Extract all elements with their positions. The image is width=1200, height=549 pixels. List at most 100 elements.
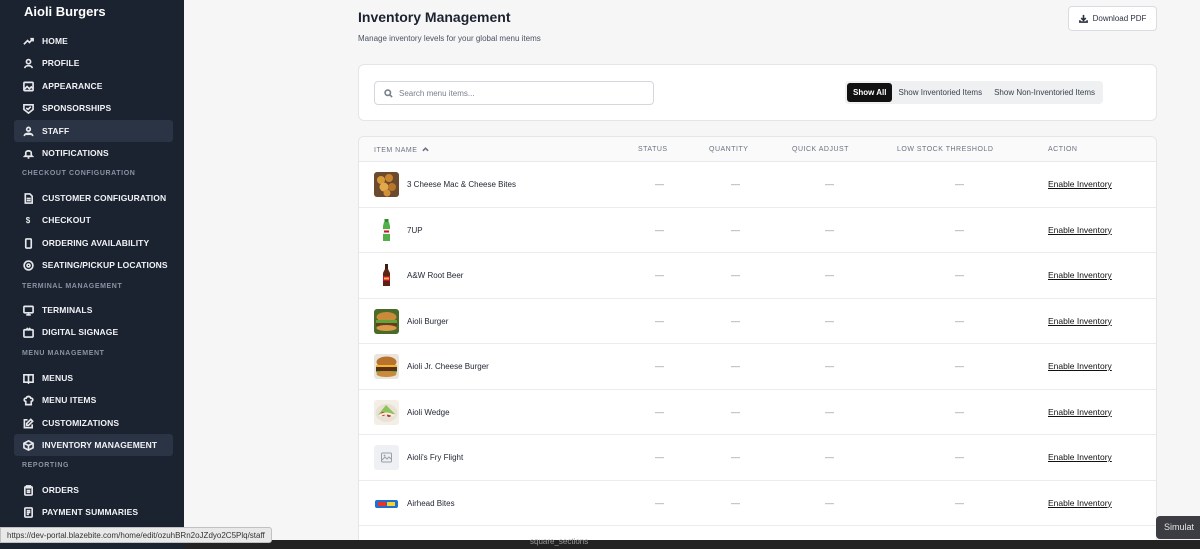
edit-icon (22, 417, 34, 429)
partial-footer-text: square_sections (530, 537, 589, 546)
status-value: — (655, 406, 664, 417)
brand-name: Aioli Burgers (24, 4, 106, 19)
download-pdf-label: Download PDF (1092, 14, 1147, 23)
clipboard-icon (22, 484, 34, 496)
sidebar-item-label: PAYMENT SUMMARIES (42, 507, 139, 517)
sidebar-item-label: STAFF (42, 126, 70, 136)
section-checkout-configuration: CHECKOUT CONFIGURATION (22, 170, 136, 177)
item-name: 3 Cheese Mac & Cheese Bites (407, 180, 516, 189)
status-value: — (655, 179, 664, 189)
sidebar-item-label: TERMINALS (42, 305, 93, 315)
quantity-value: — (731, 497, 740, 508)
item-name: A&W Root Beer (407, 271, 464, 280)
dollar-icon: $ (25, 215, 31, 225)
sidebar-item-label: MENUS (42, 373, 74, 383)
sidebar-item-profile[interactable]: PROFILE (14, 52, 173, 74)
enable-inventory-link[interactable]: Enable Inventory (1048, 270, 1112, 280)
users-icon (22, 125, 34, 137)
table-row: A&W Root Beer — — — — Enable Inventory (359, 253, 1156, 299)
threshold-value: — (955, 224, 964, 235)
threshold-value: — (955, 406, 964, 417)
table-row: Aioli Burger — — — — Enable Inventory (359, 299, 1156, 344)
sidebar-item-label: CUSTOMER CONFIGURATION (42, 193, 167, 203)
sidebar: Aioli Burgers HOME PROFILE APPEARANCE SP… (0, 0, 184, 549)
column-status: STATUS (638, 146, 668, 153)
tab-show-non-inventoried[interactable]: Show Non-Inventoried Items (988, 83, 1101, 102)
table-row: Airhead Bites — — — — Enable Inventory (359, 481, 1156, 526)
tab-show-inventoried[interactable]: Show Inventoried Items (892, 83, 988, 102)
table-row: Aioli's Fry Flight — — — — Enable Invent… (359, 435, 1156, 481)
sidebar-item-sponsorships[interactable]: SPONSORSHIPS (14, 97, 173, 119)
sidebar-item-digital-signage[interactable]: DIGITAL SIGNAGE (14, 321, 173, 343)
quick-adjust-value: — (825, 452, 834, 462)
download-pdf-button[interactable]: Download PDF (1068, 6, 1157, 31)
quick-adjust-value: — (825, 361, 834, 371)
quick-adjust-value: — (825, 315, 834, 326)
image-placeholder-icon (374, 445, 399, 470)
sidebar-item-label: MENU ITEMS (42, 395, 97, 405)
sidebar-item-notifications[interactable]: NOTIFICATIONS (14, 142, 173, 164)
sidebar-item-label: CHECKOUT (42, 215, 91, 225)
enable-inventory-link[interactable]: Enable Inventory (1048, 179, 1112, 189)
sidebar-item-customer-configuration[interactable]: CUSTOMER CONFIGURATION (14, 187, 173, 209)
tab-show-all[interactable]: Show All (847, 83, 893, 102)
quantity-value: — (731, 361, 740, 371)
item-name: Aioli Burger (407, 316, 449, 326)
sidebar-item-seating-pickup[interactable]: SEATING/PICKUP LOCATIONS (14, 254, 173, 276)
quantity-value: — (731, 452, 740, 462)
simulator-tab[interactable]: Simulat (1156, 516, 1200, 539)
search-input[interactable] (399, 88, 639, 98)
sidebar-item-appearance[interactable]: APPEARANCE (14, 75, 173, 97)
trend-icon (22, 35, 34, 47)
sidebar-item-home[interactable]: HOME (14, 30, 173, 52)
sidebar-item-staff[interactable]: STAFF (14, 120, 173, 142)
column-label: ITEM NAME (374, 147, 418, 154)
wedge-salad-photo (374, 399, 399, 425)
sidebar-item-menus[interactable]: MENUS (14, 367, 173, 389)
enable-inventory-link[interactable]: Enable Inventory (1048, 498, 1112, 508)
sidebar-item-inventory-management[interactable]: INVENTORY MANAGEMENT (14, 434, 173, 456)
root-beer-bottle-photo (374, 263, 399, 288)
quantity-value: — (731, 224, 740, 235)
quantity-value: — (731, 315, 740, 326)
column-quantity: QUANTITY (709, 146, 749, 153)
sidebar-item-customizations[interactable]: CUSTOMIZATIONS (14, 412, 173, 434)
sidebar-item-orders[interactable]: ORDERS (14, 479, 173, 501)
sidebar-item-menu-items[interactable]: MENU ITEMS (14, 389, 173, 411)
column-item-name[interactable]: ITEM NAME (374, 146, 430, 154)
badge-icon (22, 102, 34, 114)
mac-cheese-photo (374, 172, 399, 197)
quick-adjust-value: — (825, 270, 834, 280)
table-row: 7UP — — — — Enable Inventory (359, 208, 1156, 253)
enable-inventory-link[interactable]: Enable Inventory (1048, 225, 1112, 235)
sidebar-item-payment-summaries[interactable]: PAYMENT SUMMARIES (14, 501, 173, 523)
main-content: Inventory Management Manage inventory le… (184, 0, 1200, 540)
file-icon (22, 192, 34, 204)
box-icon (22, 439, 34, 451)
section-menu-management: MENU MANAGEMENT (22, 350, 105, 357)
filter-tabs: Show All Show Inventoried Items Show Non… (845, 81, 1104, 104)
table-header: ITEM NAME STATUS QUANTITY QUICK ADJUST L… (359, 137, 1156, 162)
section-reporting: REPORTING (22, 462, 70, 469)
sidebar-item-ordering-availability[interactable]: ORDERING AVAILABILITY (14, 232, 173, 254)
sidebar-item-label: NOTIFICATIONS (42, 148, 109, 158)
filter-card: Show All Show Inventoried Items Show Non… (358, 64, 1157, 121)
enable-inventory-link[interactable]: Enable Inventory (1048, 407, 1112, 417)
page-subtitle: Manage inventory levels for your global … (358, 34, 541, 43)
enable-inventory-link[interactable]: Enable Inventory (1048, 452, 1112, 462)
quick-adjust-value: — (825, 224, 834, 235)
sidebar-item-label: APPEARANCE (42, 81, 103, 91)
enable-inventory-link[interactable]: Enable Inventory (1048, 361, 1112, 371)
location-icon (22, 259, 34, 271)
enable-inventory-link[interactable]: Enable Inventory (1048, 316, 1112, 326)
status-value: — (655, 315, 664, 326)
item-name: Aioli Jr. Cheese Burger (407, 362, 489, 371)
sidebar-item-terminals[interactable]: TERMINALS (14, 299, 173, 321)
sidebar-item-label: CUSTOMIZATIONS (42, 418, 120, 428)
search-box[interactable] (374, 81, 654, 105)
chevron-up-icon (422, 147, 430, 152)
soda-bottle-photo (374, 217, 399, 243)
book-icon (22, 372, 34, 384)
sidebar-item-checkout[interactable]: $ CHECKOUT (14, 209, 173, 231)
threshold-value: — (955, 179, 964, 189)
